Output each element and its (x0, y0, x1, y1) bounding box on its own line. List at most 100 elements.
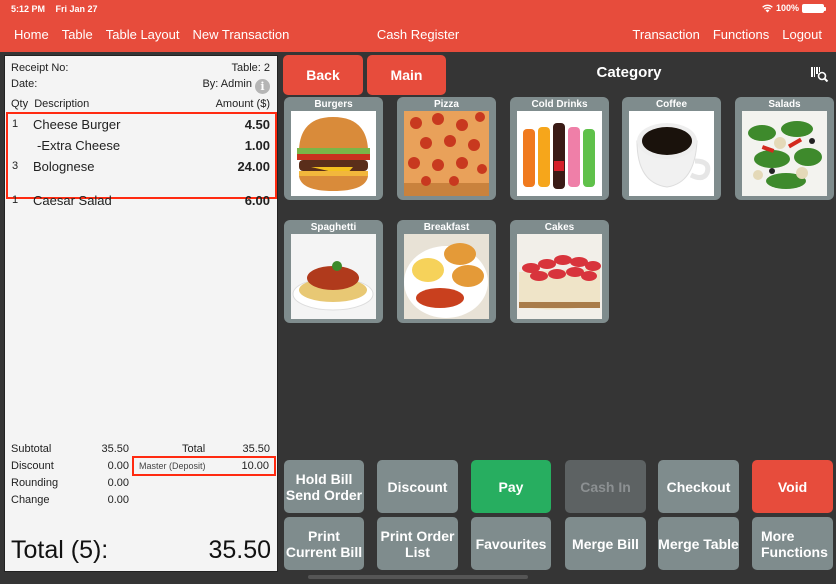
by-admin: By: Admin i (202, 78, 270, 94)
item-qty: 1 (12, 118, 19, 130)
deposit-label: Master (Deposit) (139, 461, 206, 471)
cakes-image (517, 234, 602, 319)
nav-right: Transaction Functions Logout (632, 27, 822, 42)
item-amount: 1.00 (244, 138, 270, 153)
table-label: Table: 2 (231, 62, 270, 74)
pizza-image (404, 111, 489, 196)
cold-drinks-image (517, 111, 602, 196)
discount-value: 0.00 (107, 460, 129, 472)
item-description: Cheese Burger (33, 117, 121, 132)
status-bar-left: 5:12 PM Fri Jan 27 (11, 4, 106, 14)
home-indicator[interactable] (308, 575, 528, 579)
category-tile-burgers[interactable]: Burgers (284, 97, 383, 200)
change-value: 0.00 (107, 494, 129, 506)
coffee-image (629, 111, 714, 196)
favourites-button[interactable]: Favourites (471, 517, 551, 570)
merge-table-button[interactable]: Merge Table (658, 517, 739, 570)
info-icon[interactable]: i (255, 79, 270, 94)
amount-header: Amount ($) (215, 98, 270, 110)
battery-percent: 100% (775, 3, 799, 13)
salad-image (742, 111, 827, 196)
deposit-payment[interactable]: Master (Deposit) 10.00 (132, 456, 276, 476)
pay-button[interactable]: Pay (471, 460, 551, 513)
item-amount: 6.00 (244, 193, 270, 208)
receipt-items-list: 1 Cheese Burger 4.50 -Extra Cheese 1.00 … (6, 112, 277, 208)
nav-transaction[interactable]: Transaction (632, 27, 699, 42)
receipt-column-headers: Qty Description Amount ($) (11, 98, 270, 110)
by-label: By: Admin (202, 78, 252, 90)
change-label: Change (11, 494, 50, 506)
item-qty: 3 (12, 160, 19, 172)
tile-label: Burgers (314, 99, 353, 110)
back-button[interactable]: Back (283, 55, 363, 95)
receipt-panel: Receipt No: Table: 2 Date: By: Admin i Qt… (4, 55, 278, 572)
print-order-list-button[interactable]: Print Order List (377, 517, 458, 570)
spaghetti-image (291, 234, 376, 319)
top-bar: 5:12 PM Fri Jan 27 100% Home Table Table… (0, 0, 836, 52)
list-item[interactable]: 3 Bolognese 24.00 (8, 159, 275, 175)
nav-left: Home Table Table Layout New Transaction (14, 27, 289, 42)
list-item[interactable]: 1 Caesar Salad 6.00 (8, 193, 275, 209)
battery-icon (802, 3, 826, 13)
discount-label: Discount (11, 460, 54, 472)
list-item[interactable]: 1 Cheese Burger 4.50 (8, 117, 275, 133)
subtotal-label: Subtotal (11, 443, 52, 455)
category-tile-breakfast[interactable]: Breakfast (397, 220, 496, 323)
category-tile-spaghetti[interactable]: Spaghetti (284, 220, 383, 323)
tile-label: Spaghetti (310, 222, 357, 233)
category-tile-salads[interactable]: Salads (735, 97, 834, 200)
hold-bill-send-order-button[interactable]: Hold Bill Send Order (284, 460, 364, 513)
category-title: Category (596, 64, 662, 81)
deposit-value: 10.00 (241, 460, 269, 472)
category-tile-cold-drinks[interactable]: Cold Drinks (510, 97, 609, 200)
category-tile-pizza[interactable]: Pizza (397, 97, 496, 200)
void-button[interactable]: Void (752, 460, 833, 513)
nav-logout[interactable]: Logout (782, 27, 822, 42)
item-description: Bolognese (33, 159, 95, 174)
qty-description-header: Qty Description (11, 98, 90, 110)
grand-total-value: 35.50 (208, 536, 271, 564)
receipt-header-row-2: Date: By: Admin i (11, 78, 270, 94)
grand-total-row: Total (5): 35.50 (11, 536, 271, 565)
nav-table[interactable]: Table (62, 27, 93, 42)
item-amount: 4.50 (244, 117, 270, 132)
checkout-button[interactable]: Checkout (658, 460, 739, 513)
subtotal-value: 35.50 (101, 443, 129, 455)
status-time: 5:12 PM (11, 4, 46, 14)
cash-in-button[interactable]: Cash In (565, 460, 646, 513)
tile-label: Breakfast (423, 222, 470, 233)
grand-total-label: Total (5): (11, 536, 109, 564)
breakfast-image (404, 234, 489, 319)
tile-label: Salads (768, 99, 801, 110)
barcode-search-icon[interactable] (811, 66, 829, 82)
status-bar-right: 100% (762, 3, 826, 13)
date-label: Date: (11, 78, 38, 90)
item-description: Caesar Salad (33, 193, 112, 208)
tile-label: Coffee (655, 99, 688, 110)
nav-table-layout[interactable]: Table Layout (106, 27, 180, 42)
app-title: Cash Register (376, 27, 460, 42)
receipt-no-label: Receipt No: (11, 62, 69, 74)
category-tile-cakes[interactable]: Cakes (510, 220, 609, 323)
item-amount: 24.00 (237, 159, 270, 174)
merge-bill-button[interactable]: Merge Bill (565, 517, 646, 570)
nav-home[interactable]: Home (14, 27, 49, 42)
item-qty: 1 (12, 194, 19, 206)
nav-functions[interactable]: Functions (713, 27, 769, 42)
more-functions-button[interactable]: More Functions (752, 517, 833, 570)
receipt-header-row-1: Receipt No: Table: 2 (11, 62, 270, 74)
rounding-label: Rounding (11, 477, 59, 489)
item-modifier: -Extra Cheese (37, 138, 121, 153)
category-tile-coffee[interactable]: Coffee (622, 97, 721, 200)
rounding-value: 0.00 (107, 477, 129, 489)
tile-label: Cold Drinks (531, 99, 588, 110)
main-button[interactable]: Main (367, 55, 446, 95)
print-current-bill-button[interactable]: Print Current Bill (284, 517, 364, 570)
burger-image (291, 111, 376, 196)
nav-new-transaction[interactable]: New Transaction (193, 27, 290, 42)
total-label: Total (182, 443, 206, 455)
list-item[interactable]: -Extra Cheese 1.00 (8, 138, 275, 154)
tile-label: Cakes (544, 222, 575, 233)
status-date: Fri Jan 27 (55, 4, 98, 14)
discount-button[interactable]: Discount (377, 460, 458, 513)
